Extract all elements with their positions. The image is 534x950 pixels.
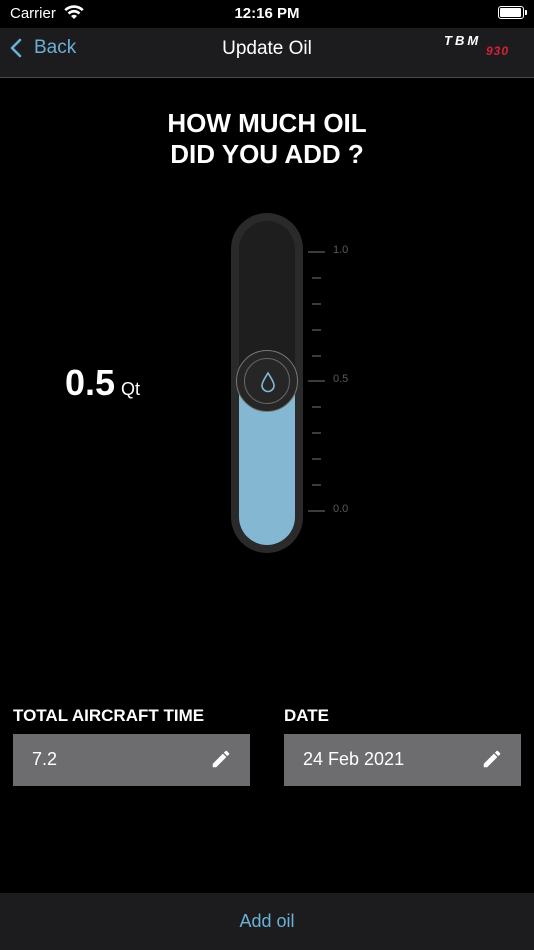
oil-drop-icon (261, 370, 275, 392)
battery-icon (498, 6, 527, 19)
scale-minor-tick (312, 484, 321, 486)
scale-label-mid: 0.5 (333, 373, 349, 385)
scale-minor-tick (312, 277, 321, 279)
oil-amount-unit: Qt (121, 379, 141, 399)
scale-minor-tick (312, 329, 321, 331)
scale-major-tick (308, 251, 325, 253)
date-label: DATE (284, 706, 330, 725)
oil-amount-value: 0.5 (65, 362, 116, 403)
pencil-icon[interactable] (210, 748, 232, 770)
footer-bar: Add oil (0, 893, 534, 950)
scale-major-tick (308, 510, 325, 512)
aircraft-time-value: 7.2 (32, 749, 58, 769)
navigation-bar: Back Update Oil TBM 930 (0, 28, 534, 78)
oil-amount-readout: 0.5 Qt (65, 362, 140, 404)
slider-handle[interactable] (236, 349, 298, 412)
pencil-icon[interactable] (481, 748, 503, 770)
aircraft-time-field[interactable]: 7.2 (13, 734, 250, 786)
scale-minor-tick (312, 355, 321, 357)
question-line-2: DID YOU ADD ? (170, 138, 364, 169)
tbm-logo: TBM 930 (444, 34, 509, 58)
question-line-1: HOW MUCH OIL (167, 108, 367, 138)
svg-text:TBM: TBM (444, 34, 481, 48)
add-oil-button[interactable]: Add oil (0, 911, 534, 932)
scale-minor-tick (312, 406, 321, 408)
scale-major-tick (308, 380, 325, 382)
date-value: 24 Feb 2021 (303, 749, 405, 769)
aircraft-time-label: TOTAL AIRCRAFT TIME (13, 706, 205, 725)
scale-minor-tick (312, 458, 321, 460)
scale-minor-tick (312, 432, 321, 434)
scale-label-max: 1.0 (333, 244, 349, 256)
question-heading: HOW MUCH OIL DID YOU ADD ? (0, 108, 534, 169)
scale-minor-tick (312, 303, 321, 305)
status-bar: Carrier 12:16 PM (0, 0, 534, 28)
scale-label-min: 0.0 (333, 503, 349, 515)
svg-text:930: 930 (486, 44, 509, 58)
status-time: 12:16 PM (234, 5, 300, 22)
date-field[interactable]: 24 Feb 2021 (284, 734, 521, 786)
